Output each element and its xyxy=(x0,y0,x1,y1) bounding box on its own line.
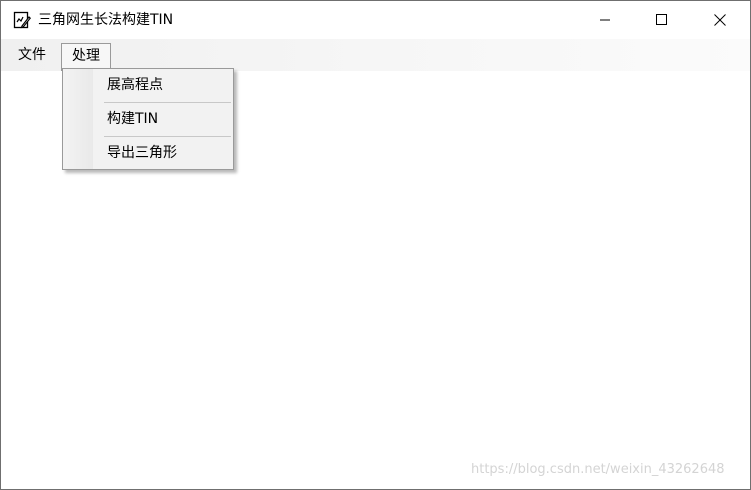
close-button[interactable] xyxy=(697,1,743,39)
maximize-button[interactable] xyxy=(639,1,685,39)
close-icon xyxy=(714,11,726,30)
minimize-button[interactable] xyxy=(582,1,628,39)
menu-file[interactable]: 文件 xyxy=(9,43,55,67)
menu-item-export-triangles[interactable]: 导出三角形 xyxy=(95,138,229,168)
menu-process[interactable]: 处理 xyxy=(61,43,111,71)
dropdown-icon-gutter xyxy=(63,69,93,169)
dropdown-separator xyxy=(104,102,231,103)
maximize-icon xyxy=(656,11,668,30)
menu-item-build-tin[interactable]: 构建TIN xyxy=(95,104,229,134)
window-title: 三角网生长法构建TIN xyxy=(38,12,174,28)
watermark-text: https://blog.csdn.net/weixin_43262648 xyxy=(471,462,725,477)
edit-document-icon xyxy=(13,11,32,29)
process-dropdown-menu: 展高程点 构建TIN 导出三角形 xyxy=(62,68,234,170)
title-bar[interactable]: 三角网生长法构建TIN xyxy=(1,1,750,39)
dropdown-separator xyxy=(104,136,231,137)
menu-item-show-elevation-points[interactable]: 展高程点 xyxy=(95,70,229,100)
minimize-icon xyxy=(599,11,611,30)
menu-bar: 文件 处理 xyxy=(1,39,750,71)
main-window: 三角网生长法构建TIN 文件 处理 展高程点 构建TIN 导出三角形 https… xyxy=(0,0,751,490)
